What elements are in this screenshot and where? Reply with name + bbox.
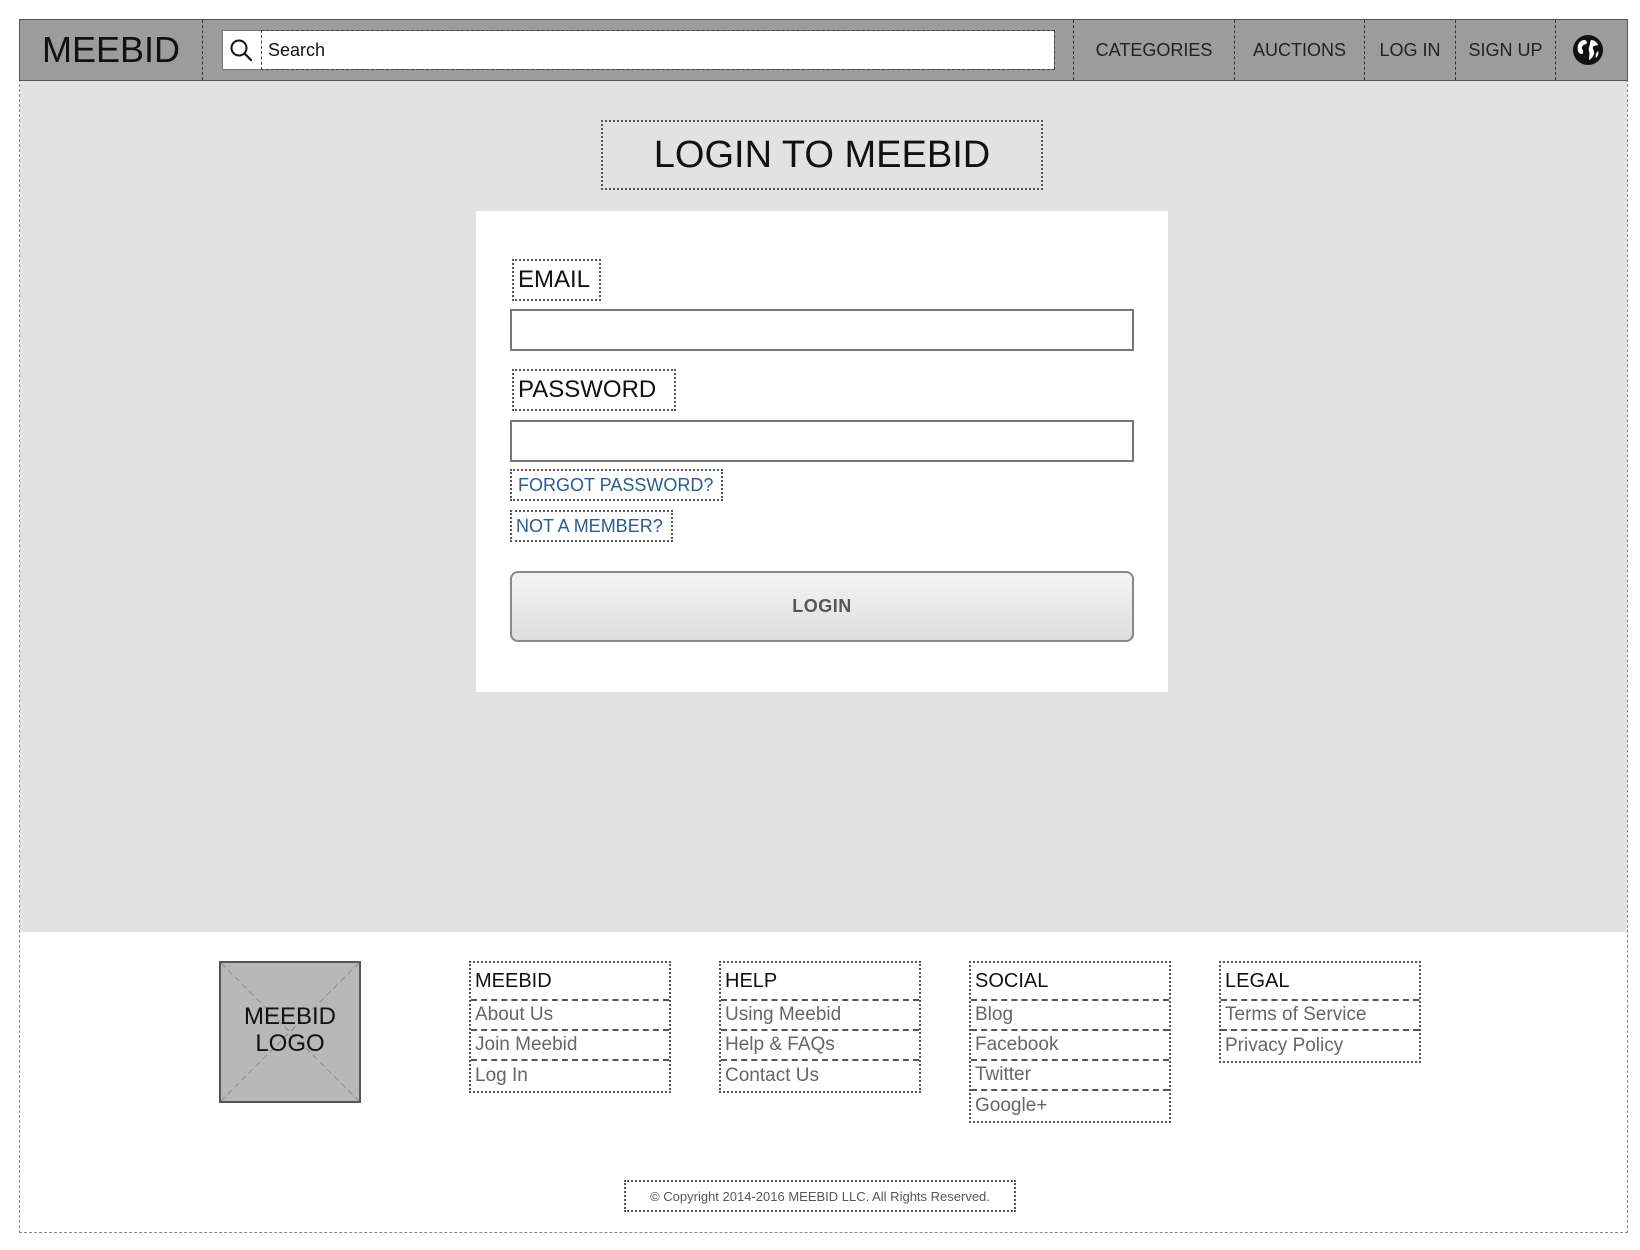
nav-sign-up[interactable]: SIGN UP (1455, 20, 1556, 80)
nav-auctions[interactable]: AUCTIONS (1234, 20, 1364, 80)
email-field[interactable] (510, 309, 1134, 351)
not-a-member-link[interactable]: NOT A MEMBER? (510, 510, 673, 542)
footer-link-log-in[interactable]: Log In (471, 1061, 669, 1091)
copyright-notice: © Copyright 2014-2016 MEEBID LLC. All Ri… (624, 1180, 1016, 1212)
footer-column-help: HELP Using Meebid Help & FAQs Contact Us (719, 961, 921, 1093)
footer-link-contact-us[interactable]: Contact Us (721, 1061, 919, 1091)
footer-heading: HELP (721, 963, 919, 1001)
footer-heading: LEGAL (1221, 963, 1419, 1001)
password-label: PASSWORD (512, 369, 676, 411)
page-title: LOGIN TO MEEBID (601, 120, 1043, 190)
footer-heading: MEEBID (471, 963, 669, 1001)
password-field[interactable] (510, 420, 1134, 462)
footer-link-using-meebid[interactable]: Using Meebid (721, 1001, 919, 1031)
nav-categories[interactable]: CATEGORIES (1073, 20, 1234, 80)
footer-heading: SOCIAL (971, 963, 1169, 1001)
brand-logo[interactable]: MEEBID (20, 20, 203, 80)
footer-link-terms-of-service[interactable]: Terms of Service (1221, 1001, 1419, 1031)
footer-logo-placeholder: MEEBID LOGO (219, 961, 361, 1103)
footer-link-blog[interactable]: Blog (971, 1001, 1169, 1031)
footer-link-join-meebid[interactable]: Join Meebid (471, 1031, 669, 1061)
footer-logo-text: MEEBID LOGO (243, 1003, 336, 1057)
globe-icon[interactable] (1572, 34, 1604, 66)
login-button[interactable]: LOGIN (510, 571, 1134, 642)
footer-column-meebid: MEEBID About Us Join Meebid Log In (469, 961, 671, 1093)
footer-link-privacy-policy[interactable]: Privacy Policy (1221, 1031, 1419, 1061)
search-box (222, 30, 1055, 70)
footer-link-about-us[interactable]: About Us (471, 1001, 669, 1031)
forgot-password-link[interactable]: FORGOT PASSWORD? (510, 469, 723, 501)
search-icon[interactable] (229, 38, 253, 62)
footer-link-facebook[interactable]: Facebook (971, 1031, 1169, 1061)
footer-column-legal: LEGAL Terms of Service Privacy Policy (1219, 961, 1421, 1063)
search-input[interactable] (261, 30, 1055, 70)
footer-link-google-plus[interactable]: Google+ (971, 1091, 1169, 1121)
email-label: EMAIL (512, 259, 601, 301)
top-navigation-bar: MEEBID CATEGORIES AUCTIONS LOG IN SIGN U… (19, 19, 1628, 81)
footer-column-social: SOCIAL Blog Facebook Twitter Google+ (969, 961, 1171, 1123)
footer-link-help-faqs[interactable]: Help & FAQs (721, 1031, 919, 1061)
nav-log-in[interactable]: LOG IN (1364, 20, 1455, 80)
footer-link-twitter[interactable]: Twitter (971, 1061, 1169, 1091)
